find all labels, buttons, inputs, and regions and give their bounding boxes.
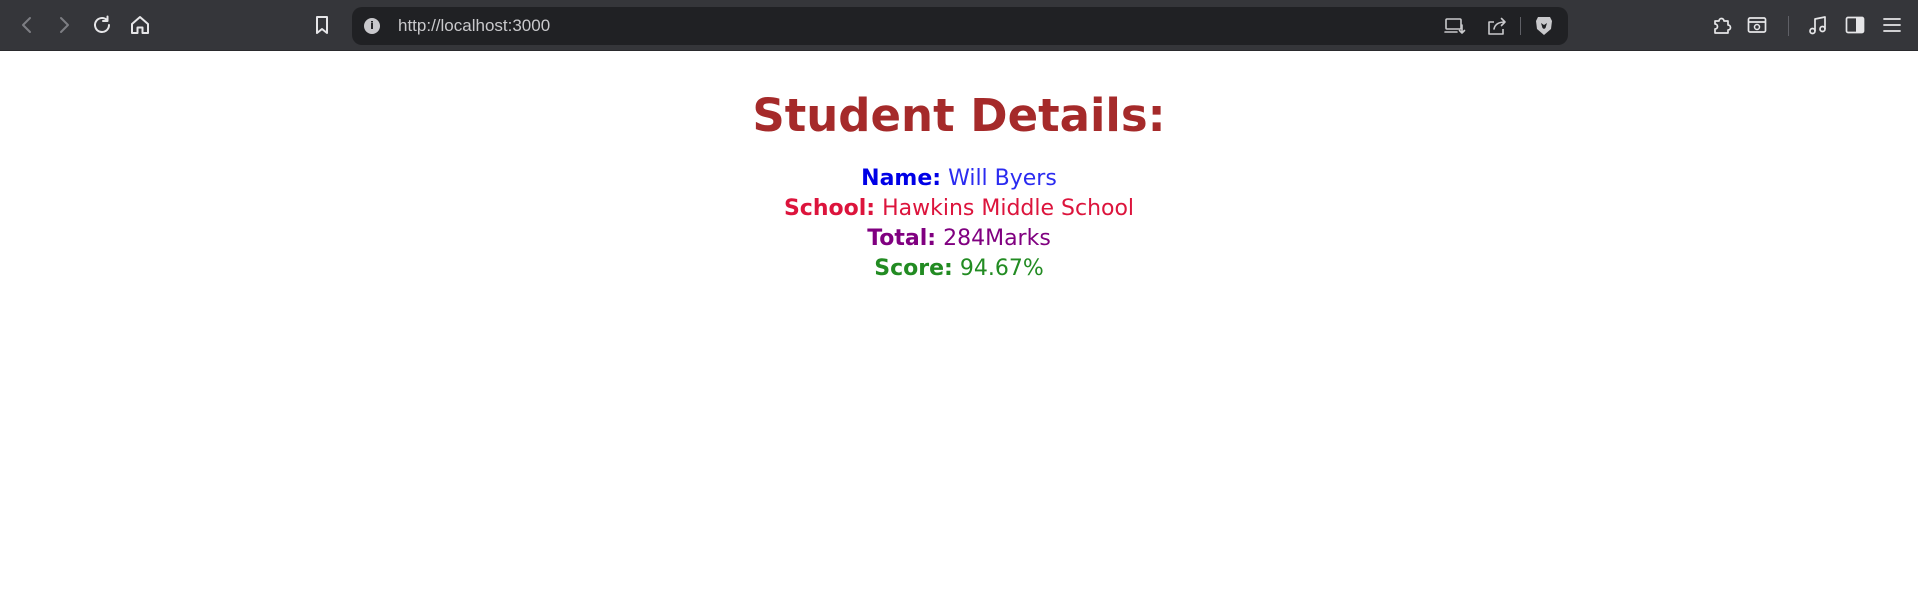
address-divider [1520, 17, 1521, 35]
detail-value: 94.67% [959, 256, 1044, 281]
reload-icon [94, 15, 110, 33]
install-app-icon[interactable] [1443, 14, 1467, 38]
toolbar-divider [1788, 16, 1789, 36]
menu-button[interactable] [1877, 10, 1907, 40]
detail-label: School: [783, 196, 876, 221]
forward-button[interactable] [49, 10, 79, 40]
address-bar[interactable]: i http://localhost:3000 [352, 7, 1568, 45]
back-button[interactable] [12, 10, 42, 40]
home-icon [131, 16, 149, 34]
puzzle-icon [1714, 17, 1732, 34]
sidebar-icon [1845, 16, 1865, 34]
info-icon[interactable]: i [364, 18, 380, 34]
bookmark-icon [316, 16, 328, 34]
sidebar-button[interactable] [1840, 10, 1870, 40]
hamburger-menu-icon [1883, 18, 1901, 32]
brave-shield-icon[interactable] [1532, 14, 1556, 38]
detail-school: School: Hawkins Middle School [0, 194, 1918, 224]
detail-label: Name: [861, 166, 942, 191]
extensions-button[interactable] [1707, 10, 1737, 40]
wallet-button[interactable] [1742, 10, 1772, 40]
student-details: Name: Will Byers School: Hawkins Middle S… [0, 164, 1918, 284]
detail-value: Will Byers [948, 166, 1057, 191]
detail-score: Score: 94.67% [0, 254, 1918, 284]
back-arrow-icon [22, 17, 31, 33]
page-title: Student Details: [752, 89, 1166, 142]
detail-total: Total: 284Marks [0, 224, 1918, 254]
reload-button[interactable] [87, 10, 117, 40]
browser-toolbar: i http://localhost:3000 [0, 0, 1918, 51]
detail-label: Total: [867, 226, 937, 251]
detail-value: 284Marks [943, 226, 1051, 251]
music-note-icon [1809, 16, 1826, 35]
bookmark-button[interactable] [307, 10, 337, 40]
forward-arrow-icon [60, 17, 69, 33]
detail-value: Hawkins Middle School [882, 196, 1135, 221]
share-icon[interactable] [1485, 14, 1509, 38]
media-button[interactable] [1803, 10, 1833, 40]
detail-name: Name: Will Byers [0, 164, 1918, 194]
page-content: Student Details: Name: Will Byers School:… [0, 52, 1918, 284]
home-button[interactable] [125, 10, 155, 40]
detail-label: Score: [874, 256, 953, 281]
wallet-icon [1747, 17, 1767, 33]
address-url[interactable]: http://localhost:3000 [398, 16, 550, 36]
